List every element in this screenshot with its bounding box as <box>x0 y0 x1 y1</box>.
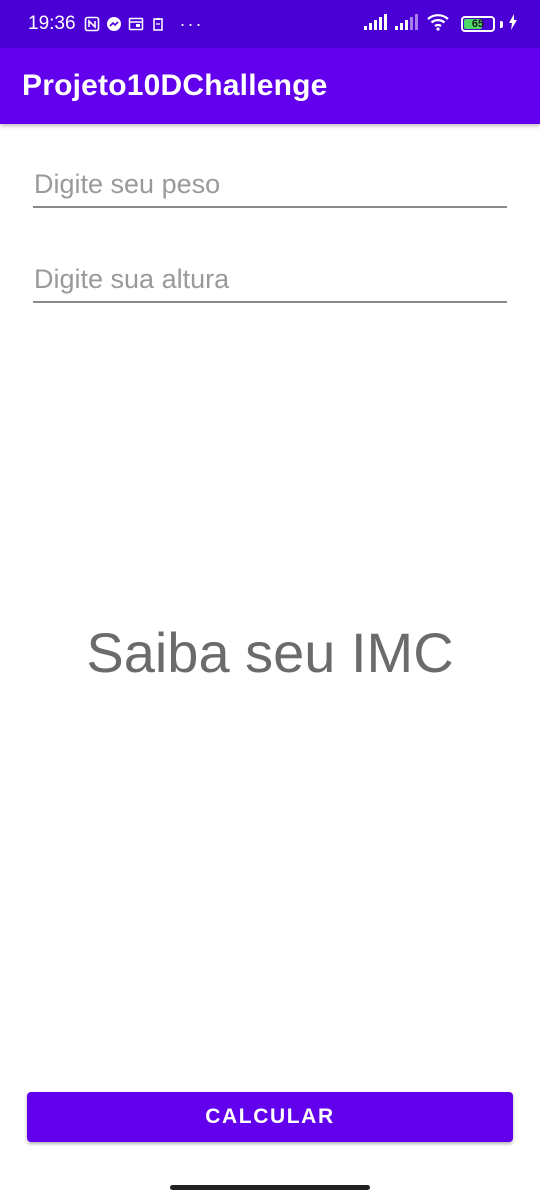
more-notifications-indicator: ··· <box>179 14 204 34</box>
app-title: Projeto10DChallenge <box>22 69 328 102</box>
status-time: 19:36 <box>28 13 76 34</box>
home-indicator[interactable] <box>170 1185 370 1190</box>
status-left: 19:36 ··· <box>28 13 204 35</box>
wifi-icon <box>426 13 450 36</box>
status-bar: 19:36 ··· 65 <box>0 0 540 48</box>
messenger-icon <box>106 16 122 32</box>
battery-tip <box>500 20 503 28</box>
signal-icon <box>364 13 390 35</box>
app-bar: Projeto10DChallenge <box>0 48 540 124</box>
clipboard-icon <box>150 16 166 32</box>
calculate-button[interactable]: CALCULAR <box>27 1092 513 1142</box>
bmi-result-text: Saiba seu IMC <box>86 621 454 684</box>
battery-level: 65 <box>471 18 485 30</box>
status-right: 65 <box>364 13 518 36</box>
nfc-icon <box>84 16 100 32</box>
battery-icon: 65 <box>461 16 495 32</box>
calendar-icon <box>128 16 144 32</box>
signal-icon-secondary <box>395 13 421 35</box>
charging-icon <box>508 13 518 35</box>
height-input[interactable] <box>33 263 507 303</box>
weight-input[interactable] <box>33 168 507 208</box>
